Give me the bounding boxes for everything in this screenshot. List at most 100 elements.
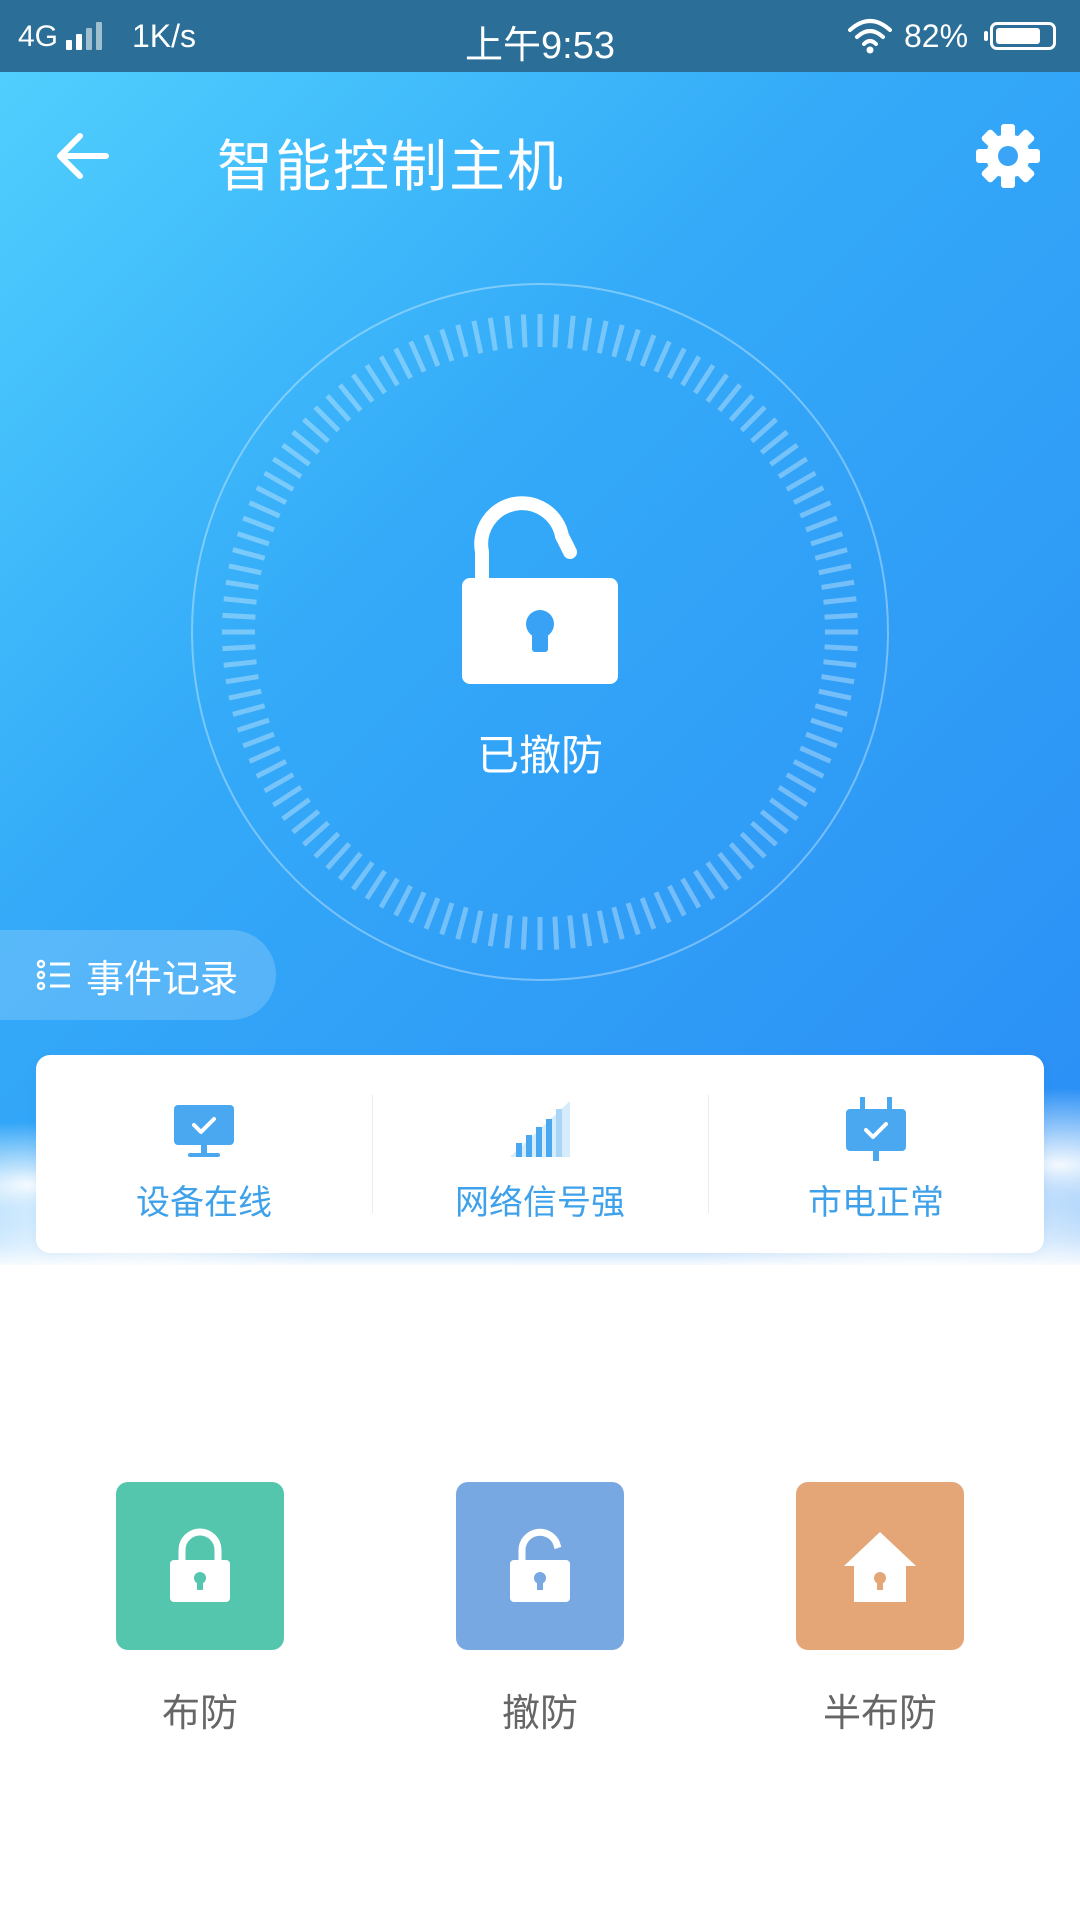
dial-tick bbox=[223, 596, 257, 605]
wifi-icon bbox=[848, 19, 892, 54]
dial-tick bbox=[821, 579, 855, 590]
dial-tick bbox=[814, 547, 848, 561]
dial-tick bbox=[705, 861, 729, 891]
home-lock-icon bbox=[844, 1532, 916, 1602]
dial-tick bbox=[302, 820, 330, 847]
dial-tick bbox=[567, 315, 576, 349]
partial-arm-button[interactable]: 半布防 bbox=[796, 1482, 964, 1735]
dial-tick bbox=[625, 328, 641, 362]
arrow-left-icon bbox=[57, 133, 109, 179]
dial-tick bbox=[810, 531, 844, 547]
page-title: 智能控制主机 bbox=[217, 135, 565, 200]
disarm-tile[interactable] bbox=[456, 1482, 624, 1650]
dial-tick bbox=[799, 500, 832, 519]
list-icon bbox=[36, 959, 70, 991]
dial-tick bbox=[325, 394, 352, 422]
dial-tick bbox=[693, 363, 716, 395]
dial-tick bbox=[439, 902, 455, 936]
dial-tick bbox=[291, 809, 321, 835]
dial-tick bbox=[423, 334, 441, 367]
status-network-signal: 网络信号强 bbox=[372, 1055, 708, 1253]
signal-bars-icon bbox=[510, 1101, 570, 1157]
dial-tick bbox=[393, 884, 413, 917]
dial-tick bbox=[653, 891, 672, 924]
dial-tick bbox=[705, 373, 729, 403]
dial-tick bbox=[823, 596, 857, 605]
arm-label: 布防 bbox=[161, 1691, 238, 1735]
dial-tick bbox=[759, 429, 789, 455]
partial-arm-label: 半布防 bbox=[822, 1691, 937, 1735]
dial-tick bbox=[596, 910, 609, 944]
dial-tick bbox=[639, 334, 657, 367]
dial-tick bbox=[223, 659, 257, 668]
dial-tick bbox=[337, 383, 363, 413]
dial-tick bbox=[471, 320, 484, 354]
dial-tick bbox=[378, 877, 400, 909]
disarm-button[interactable]: 撤防 bbox=[456, 1482, 624, 1735]
dial-tick bbox=[281, 797, 311, 821]
dial-tick bbox=[552, 916, 560, 950]
disarm-label: 撤防 bbox=[501, 1691, 578, 1735]
status-label: 网络信号强 bbox=[455, 1183, 625, 1223]
dial-tick bbox=[351, 373, 375, 403]
settings-button[interactable] bbox=[972, 120, 1044, 192]
dial-tick bbox=[228, 688, 262, 701]
dial-tick bbox=[364, 363, 387, 395]
dial-tick bbox=[504, 915, 513, 949]
event-record-button[interactable]: 事件记录 bbox=[0, 930, 276, 1020]
arm-tile[interactable] bbox=[116, 1482, 284, 1650]
dial-tick bbox=[242, 515, 275, 533]
dial-tick bbox=[263, 470, 295, 492]
dial-tick bbox=[378, 355, 400, 387]
dial-tick bbox=[582, 317, 593, 351]
dial-tick bbox=[271, 456, 303, 479]
unlocked-padlock-icon bbox=[510, 1528, 570, 1602]
dial-tick bbox=[225, 674, 259, 685]
dial-tick bbox=[805, 515, 838, 533]
dial-tick bbox=[759, 809, 789, 835]
dial-tick bbox=[728, 842, 755, 870]
locked-padlock-icon bbox=[170, 1528, 230, 1602]
dial-tick bbox=[824, 612, 858, 620]
dial-tick bbox=[408, 340, 427, 373]
dial-tick bbox=[739, 405, 767, 433]
dial-tick bbox=[582, 913, 593, 947]
monitor-check-icon bbox=[174, 1105, 234, 1157]
partial-arm-tile[interactable] bbox=[796, 1482, 964, 1650]
dial-tick bbox=[439, 328, 455, 362]
status-label: 市电正常 bbox=[808, 1183, 944, 1223]
dial-tick bbox=[393, 347, 413, 380]
event-record-label: 事件记录 bbox=[86, 956, 239, 1001]
dial-tick bbox=[291, 429, 321, 455]
dial-tick bbox=[818, 563, 852, 576]
arm-button[interactable]: 布防 bbox=[116, 1482, 284, 1735]
dial-tick bbox=[728, 394, 755, 422]
dial-tick bbox=[596, 320, 609, 354]
dial-tick bbox=[625, 902, 641, 936]
dial-tick bbox=[823, 659, 857, 668]
dial-tick bbox=[639, 897, 657, 930]
dial-tick bbox=[487, 913, 498, 947]
dial-tick bbox=[667, 884, 687, 917]
dial-tick bbox=[520, 916, 528, 950]
dial-tick bbox=[693, 869, 716, 901]
dial-tick bbox=[232, 547, 266, 561]
dial-tick bbox=[717, 851, 743, 881]
dial-tick bbox=[364, 869, 387, 901]
dial-tick bbox=[814, 703, 848, 717]
battery-icon bbox=[984, 22, 1056, 50]
unlocked-padlock-icon bbox=[462, 496, 618, 684]
dial-tick bbox=[792, 485, 825, 505]
dial-tick bbox=[769, 443, 799, 467]
app-screen: 4G 1K/s 上午9:53 82% 智能控制主机 已撤防 事件记录 设备在线 … bbox=[0, 0, 1080, 1920]
dial-tick bbox=[653, 340, 672, 373]
dial-tick bbox=[302, 417, 330, 444]
dial-tick bbox=[717, 383, 743, 413]
dial-tick bbox=[351, 861, 375, 891]
dial-tick bbox=[552, 314, 560, 348]
dial-tick bbox=[225, 579, 259, 590]
back-button[interactable] bbox=[48, 120, 120, 192]
dial-tick bbox=[680, 877, 702, 909]
dial-tick bbox=[824, 644, 858, 652]
dial-tick bbox=[228, 563, 262, 576]
